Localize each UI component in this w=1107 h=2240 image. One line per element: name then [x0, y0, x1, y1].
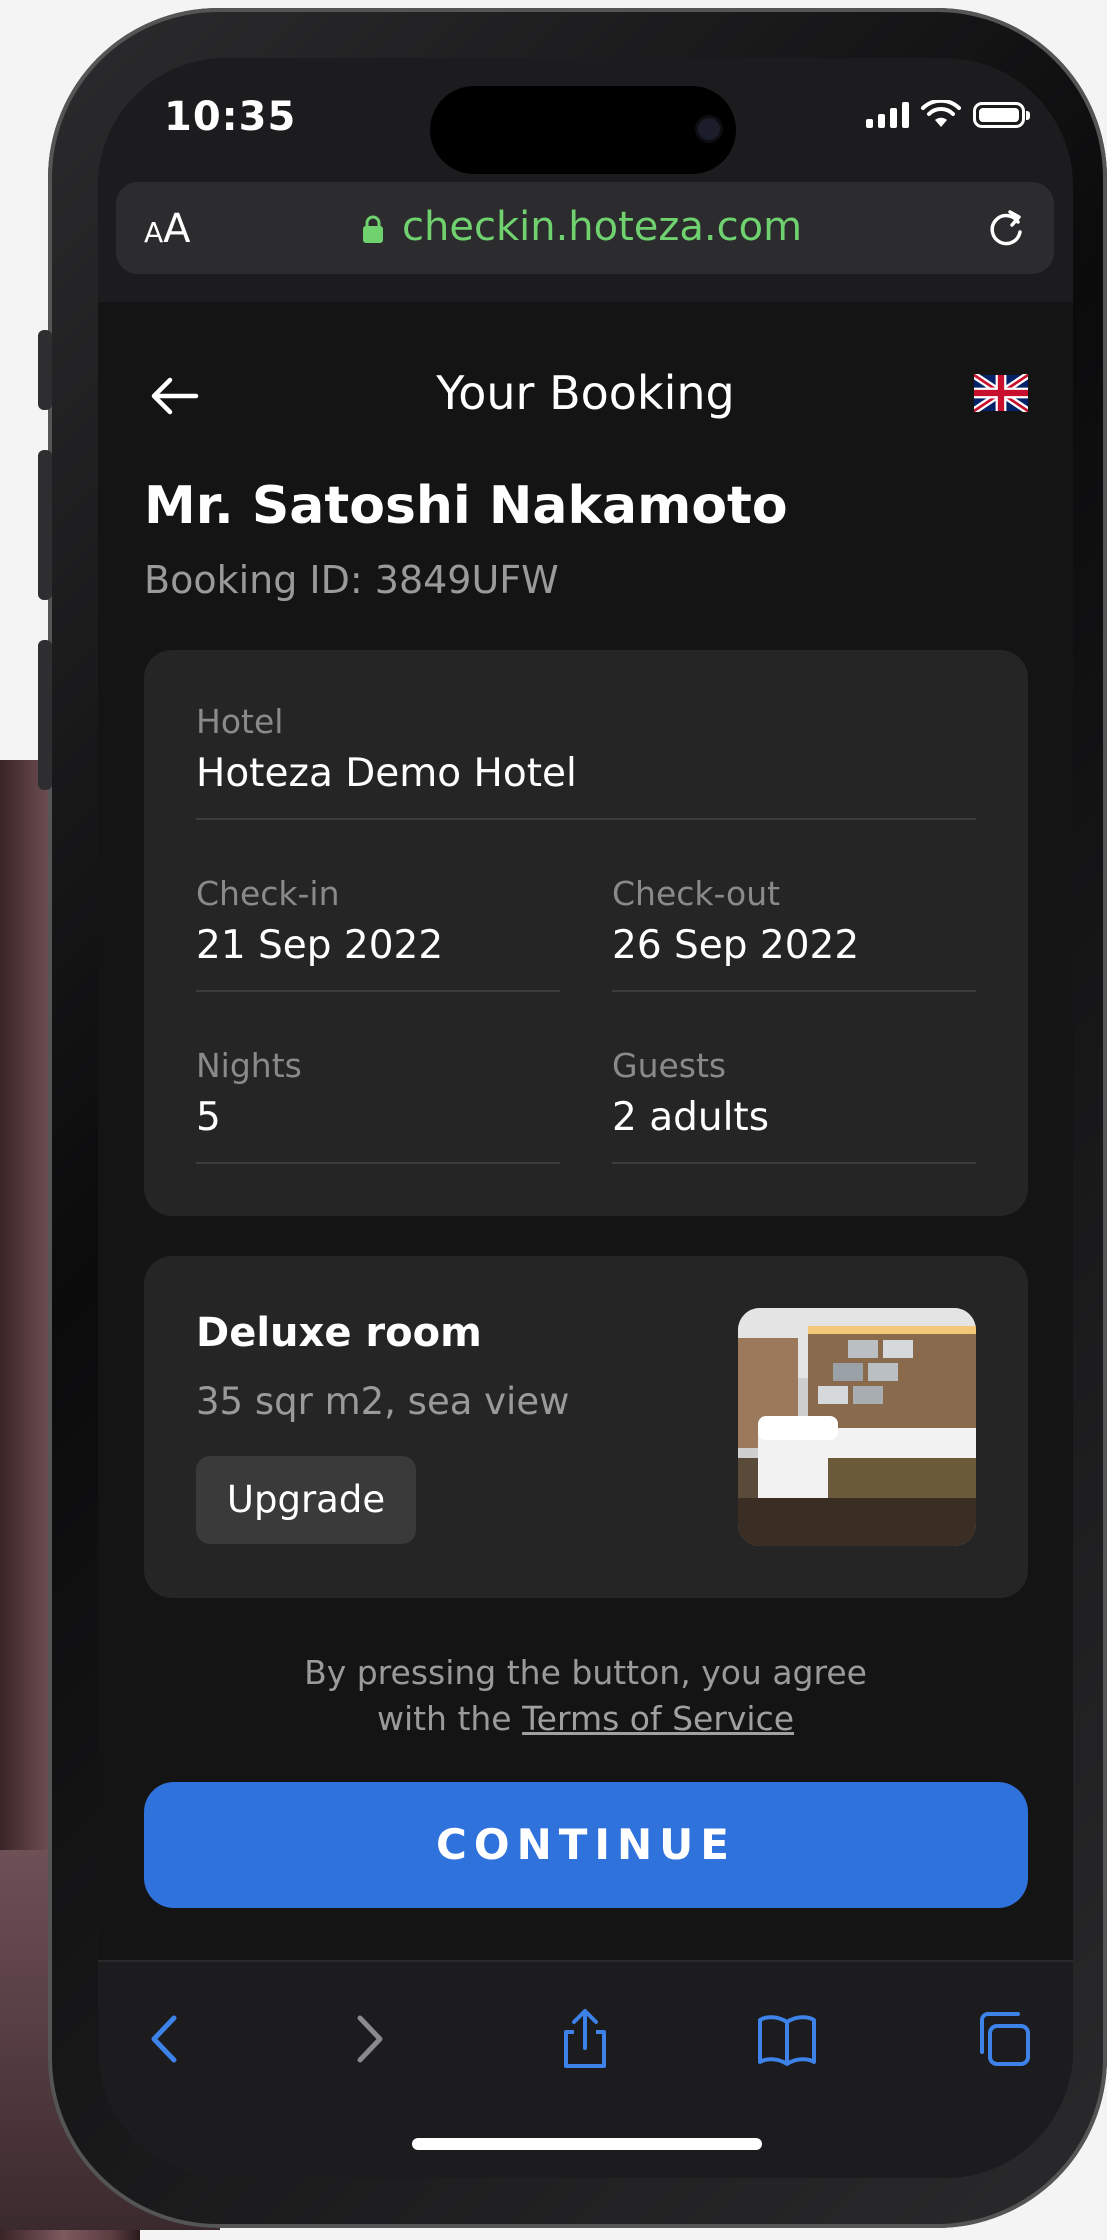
mute-switch: [38, 330, 52, 410]
room-title: Deluxe room: [196, 1310, 482, 1356]
continue-button[interactable]: CONTINUE: [144, 1782, 1028, 1908]
terms-line-2: with the Terms of Service: [376, 1699, 795, 1738]
lock-icon: [363, 215, 383, 243]
share-icon[interactable]: [554, 2008, 616, 2070]
nights-field: Nights 5: [196, 1046, 560, 1164]
booking-details-card: Hotel Hoteza Demo Hotel Check-in 21 Sep …: [144, 650, 1028, 1216]
checkin-value: 21 Sep 2022: [196, 923, 444, 968]
upgrade-button[interactable]: Upgrade: [196, 1456, 416, 1544]
safari-forward-icon[interactable]: [336, 2008, 398, 2070]
battery-icon: [973, 102, 1030, 128]
checkin-field: Check-in 21 Sep 2022: [196, 874, 560, 992]
wifi-icon: [921, 100, 961, 127]
guest-name: Mr. Satoshi Nakamoto: [144, 476, 788, 536]
hotel-value: Hoteza Demo Hotel: [196, 751, 577, 796]
checkout-label: Check-out: [612, 874, 781, 913]
url-bar[interactable]: AA checkin.hoteza.com: [116, 182, 1054, 274]
page-header: Your Booking: [98, 358, 1073, 438]
uk-flag-icon[interactable]: [974, 374, 1028, 412]
url-text[interactable]: checkin.hoteza.com: [402, 204, 802, 250]
terms-line-1: By pressing the button, you agree: [304, 1653, 867, 1692]
room-card: Deluxe room 35 sqr m2, sea view Upgrade: [144, 1256, 1028, 1598]
bookmarks-icon[interactable]: [756, 2008, 818, 2070]
dynamic-island: [430, 86, 736, 174]
tabs-icon[interactable]: [972, 2008, 1034, 2070]
room-description: 35 sqr m2, sea view: [196, 1380, 570, 1423]
booking-id: Booking ID: 3849UFW: [144, 558, 559, 602]
checkin-label: Check-in: [196, 874, 340, 913]
guests-field: Guests 2 adults: [612, 1046, 976, 1164]
nights-label: Nights: [196, 1046, 302, 1085]
guests-value: 2 adults: [612, 1095, 770, 1140]
safari-top-bar: 10:35 AA checkin.hoteza.com: [98, 58, 1073, 302]
guests-label: Guests: [612, 1046, 727, 1085]
status-icons: [866, 100, 1030, 128]
volume-up-button: [38, 450, 52, 600]
page-title: Your Booking: [436, 366, 735, 420]
checkout-field: Check-out 26 Sep 2022: [612, 874, 976, 992]
reload-icon[interactable]: [982, 204, 1030, 252]
nights-value: 5: [196, 1095, 221, 1140]
status-time: 10:35: [164, 94, 297, 140]
terms-notice: By pressing the button, you agree with t…: [98, 1650, 1073, 1742]
volume-down-button: [38, 640, 52, 790]
safari-back-icon[interactable]: [136, 2008, 198, 2070]
terms-of-service-link[interactable]: Terms of Service: [522, 1699, 794, 1738]
phone-screen: 10:35 AA checkin.hoteza.com Your Booking…: [98, 58, 1073, 2178]
home-indicator[interactable]: [412, 2138, 762, 2150]
checkout-value: 26 Sep 2022: [612, 923, 860, 968]
front-camera: [698, 118, 720, 140]
text-size-button[interactable]: AA: [144, 206, 191, 252]
hotel-label: Hotel: [196, 702, 284, 741]
hotel-field: Hotel Hoteza Demo Hotel: [196, 702, 976, 820]
signal-icon: [866, 102, 909, 128]
room-photo: [738, 1308, 976, 1546]
